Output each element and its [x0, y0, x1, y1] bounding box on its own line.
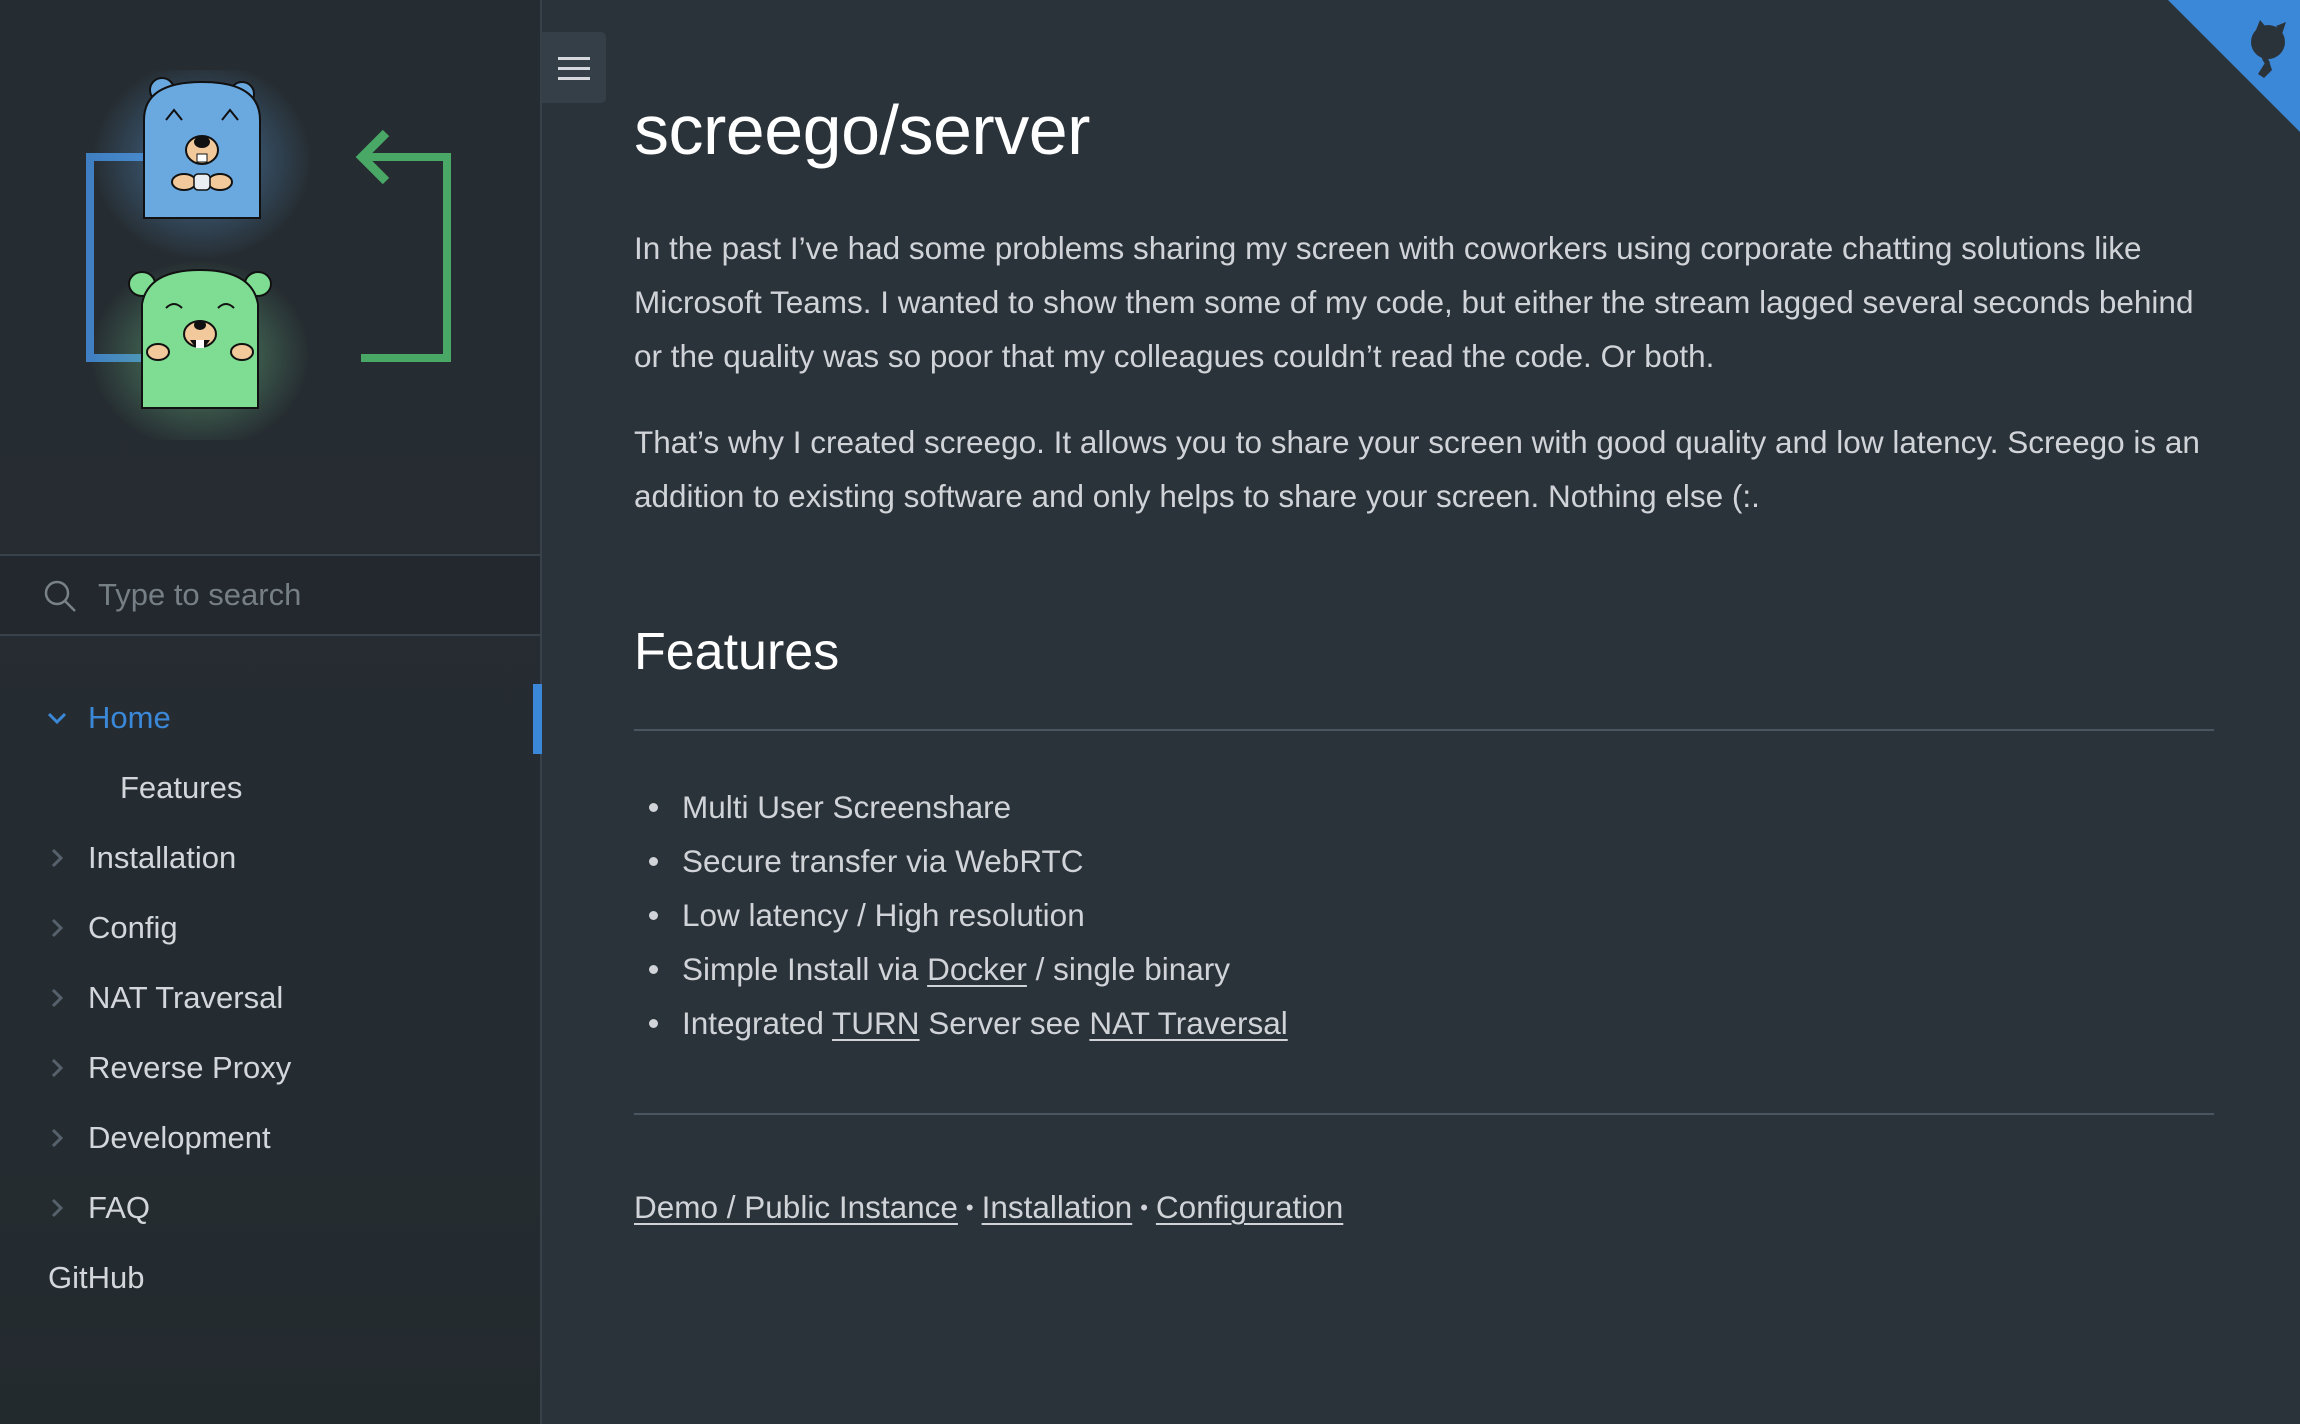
- intro-paragraph: In the past I’ve had some problems shari…: [634, 230, 2194, 374]
- list-item: Integrated TURN Server see NAT Traversal: [634, 996, 1288, 1050]
- demo-link[interactable]: Demo / Public Instance: [634, 1189, 958, 1225]
- list-item: Secure transfer via WebRTC: [634, 834, 1288, 888]
- sidebar-item-label: Features: [120, 770, 243, 805]
- bullet-icon: [649, 965, 658, 974]
- sidebar-item-label: Home: [88, 700, 171, 735]
- chevron-right-icon: [51, 1128, 64, 1148]
- list-item-text: Multi User Screenshare: [682, 789, 1012, 825]
- active-indicator: [533, 684, 542, 754]
- chevron-right-icon: [51, 1058, 64, 1078]
- list-item: Simple Install via Docker / single binar…: [634, 942, 1288, 996]
- docker-link[interactable]: Docker: [927, 951, 1027, 987]
- sidebar: Home Features Installation Config NAT Tr…: [0, 0, 542, 1424]
- list-item-text: Integrated: [682, 1005, 833, 1041]
- sidebar-item-nat-traversal[interactable]: NAT Traversal: [0, 963, 540, 1033]
- chevron-right-icon: [51, 988, 64, 1008]
- list-item-text: Secure transfer via WebRTC: [682, 843, 1084, 879]
- sidebar-item-features[interactable]: Features: [0, 753, 540, 823]
- section-divider: [634, 1113, 2214, 1115]
- chevron-down-icon: [47, 712, 67, 725]
- list-item-text: Simple Install via: [682, 951, 928, 987]
- list-item: Multi User Screenshare: [634, 780, 1288, 834]
- nat-traversal-link[interactable]: NAT Traversal: [1089, 1005, 1287, 1041]
- separator: •: [965, 1195, 974, 1220]
- sidebar-item-config[interactable]: Config: [0, 893, 540, 963]
- search-icon: [44, 580, 76, 612]
- sidebar-item-github[interactable]: GitHub: [0, 1243, 540, 1313]
- list-item-text: Low latency / High resolution: [682, 897, 1085, 933]
- bullet-icon: [649, 857, 658, 866]
- github-octocat-icon: [2168, 0, 2300, 132]
- list-item: Low latency / High resolution: [634, 888, 1288, 942]
- sidebar-nav: Home Features Installation Config NAT Tr…: [0, 683, 542, 1313]
- bullet-icon: [649, 803, 658, 812]
- sidebar-item-reverse-proxy[interactable]: Reverse Proxy: [0, 1033, 540, 1103]
- features-list: Multi User Screenshare Secure transfer v…: [634, 780, 1288, 1050]
- sidebar-item-label: Installation: [88, 840, 237, 875]
- features-heading: Features: [634, 623, 840, 681]
- footer-links: Demo / Public Instance • Installation • Conf…: [634, 1180, 1343, 1235]
- chevron-right-icon: [51, 918, 64, 938]
- heading-divider: [634, 729, 2214, 731]
- chevron-right-icon: [51, 848, 64, 868]
- sidebar-item-label: GitHub: [48, 1260, 145, 1295]
- sidebar-item-label: Reverse Proxy: [88, 1050, 292, 1085]
- sidebar-item-faq[interactable]: FAQ: [0, 1173, 540, 1243]
- sidebar-item-installation[interactable]: Installation: [0, 823, 540, 893]
- list-item-text: Server see: [919, 1005, 1090, 1041]
- logo[interactable]: [80, 60, 460, 450]
- sidebar-item-label: FAQ: [88, 1190, 151, 1225]
- page-title: screego/server: [634, 91, 1090, 169]
- turn-link[interactable]: TURN: [832, 1005, 920, 1041]
- list-item-text: / single binary: [1026, 951, 1230, 987]
- gophers-logo-icon: [86, 60, 451, 450]
- installation-link[interactable]: Installation: [982, 1189, 1133, 1225]
- search-input[interactable]: [98, 572, 518, 618]
- github-corner-link[interactable]: [2168, 0, 2300, 132]
- sidebar-toggle-button[interactable]: [542, 32, 606, 103]
- sidebar-item-home[interactable]: Home: [0, 683, 542, 754]
- search-bar: [0, 554, 540, 636]
- configuration-link[interactable]: Configuration: [1156, 1189, 1343, 1225]
- sidebar-item-development[interactable]: Development: [0, 1103, 540, 1173]
- sidebar-item-label: NAT Traversal: [88, 980, 284, 1015]
- chevron-right-icon: [51, 1198, 64, 1218]
- sidebar-item-label: Development: [88, 1120, 271, 1155]
- separator: •: [1140, 1195, 1148, 1220]
- sidebar-item-label: Config: [88, 910, 178, 945]
- bullet-icon: [649, 1019, 658, 1028]
- bullet-icon: [649, 911, 658, 920]
- why-paragraph: That’s why I created screego. It allows …: [634, 424, 2200, 514]
